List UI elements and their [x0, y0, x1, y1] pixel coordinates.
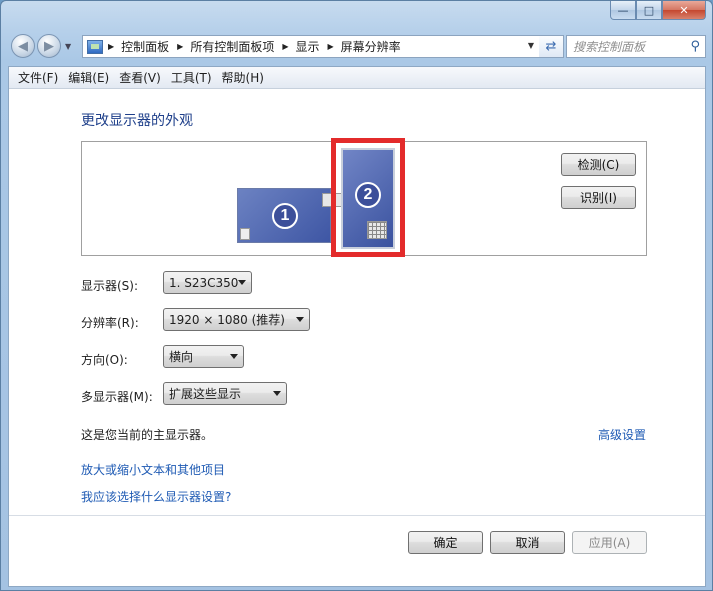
orientation-label: 方向(O):	[81, 353, 128, 367]
breadcrumb-item[interactable]: ▶ 控制面板	[108, 38, 169, 55]
taskbar-thumbnail-icon	[240, 228, 250, 240]
monitor-arrangement-area: 1 2 检测(C) 识别(I)	[81, 138, 647, 257]
monitor-2-tile[interactable]: 2	[341, 148, 395, 249]
advanced-settings-link[interactable]: 高级设置	[598, 426, 646, 443]
chevron-down-icon	[238, 280, 246, 285]
screen-resolution-panel: 更改显示器的外观 1 2 检测(C) 识别(I) 显示器(S): 1. S23C…	[9, 90, 705, 516]
page-title: 更改显示器的外观	[81, 113, 193, 129]
refresh-button[interactable]: ⇄	[539, 35, 564, 58]
display-label: 显示器(S):	[81, 279, 139, 293]
breadcrumb-item[interactable]: ▶ 所有控制面板项	[177, 38, 274, 55]
back-button[interactable]: ◀	[11, 34, 35, 58]
caption-buttons: — □ ✕	[610, 1, 706, 21]
menu-bar: 文件(F) 编辑(E) 查看(V) 工具(T) 帮助(H)	[9, 67, 705, 89]
address-bar[interactable]: ▶ 控制面板 ▶ 所有控制面板项 ▶ 显示 ▶ 屏幕分辨率 ▼	[82, 35, 541, 58]
text-size-link[interactable]: 放大或缩小文本和其他项目	[81, 461, 225, 478]
orientation-select-value: 横向	[169, 350, 194, 364]
search-input[interactable]: 搜索控制面板 ⚲	[566, 35, 706, 58]
desktop-grid-icon	[367, 221, 387, 239]
navigation-bar: ◀ ▶ ▼ ▶ 控制面板 ▶ 所有控制面板项 ▶ 显示 ▶ 屏幕分辨率 ▼ ⇄ 搜索控制…	[9, 33, 706, 59]
ok-button[interactable]: 确定	[408, 531, 483, 554]
recent-pages-dropdown-icon[interactable]: ▼	[65, 42, 71, 51]
orientation-select[interactable]: 横向	[163, 345, 244, 368]
menu-view[interactable]: 查看(V)	[114, 69, 166, 86]
divider	[9, 515, 705, 516]
search-icon[interactable]: ⚲	[690, 39, 700, 54]
monitor-number-badge: 2	[355, 182, 381, 208]
menu-edit[interactable]: 编辑(E)	[63, 69, 114, 86]
chevron-down-icon	[296, 317, 304, 322]
arrow-left-icon: ◀	[18, 38, 28, 54]
detect-button[interactable]: 检测(C)	[561, 153, 636, 176]
resolution-label: 分辨率(R):	[81, 316, 139, 330]
content-frame: 文件(F) 编辑(E) 查看(V) 工具(T) 帮助(H) 更改显示器的外观 1…	[8, 66, 706, 587]
apply-button[interactable]: 应用(A)	[572, 531, 647, 554]
display-select-value: 1. S23C350	[169, 275, 239, 290]
control-panel-icon	[87, 39, 103, 54]
maximize-button[interactable]: □	[636, 1, 662, 20]
arrow-right-icon: ▶	[44, 38, 54, 54]
monitor-number-badge: 1	[272, 203, 298, 229]
refresh-icon: ⇄	[545, 39, 557, 54]
address-dropdown-icon[interactable]: ▼	[528, 41, 534, 50]
monitor-2-selection-highlight: 2	[331, 138, 405, 257]
breadcrumb-item[interactable]: ▶ 屏幕分辨率	[328, 38, 401, 55]
chevron-down-icon	[230, 354, 238, 359]
multiple-displays-select[interactable]: 扩展这些显示	[163, 382, 287, 405]
resolution-select-value: 1920 × 1080 (推荐)	[169, 313, 285, 327]
display-settings-help-link[interactable]: 我应该选择什么显示器设置?	[81, 488, 231, 505]
forward-button[interactable]: ▶	[37, 34, 61, 58]
multiple-displays-select-value: 扩展这些显示	[169, 387, 242, 401]
menu-file[interactable]: 文件(F)	[13, 69, 63, 86]
breadcrumb-item[interactable]: ▶ 显示	[282, 38, 319, 55]
minimize-button[interactable]: —	[610, 1, 636, 20]
resolution-select[interactable]: 1920 × 1080 (推荐)	[163, 308, 310, 331]
back-forward-group: ◀ ▶ ▼	[11, 34, 71, 58]
close-button[interactable]: ✕	[662, 1, 706, 20]
primary-display-info: 这是您当前的主显示器。	[81, 428, 214, 442]
menu-help[interactable]: 帮助(H)	[217, 69, 269, 86]
chevron-down-icon	[273, 391, 281, 396]
multiple-displays-label: 多显示器(M):	[81, 390, 153, 404]
cancel-button[interactable]: 取消	[490, 531, 565, 554]
monitor-1-tile[interactable]: 1	[237, 188, 342, 243]
menu-tools[interactable]: 工具(T)	[166, 69, 217, 86]
control-panel-window: — □ ✕ ◀ ▶ ▼ ▶ 控制面板 ▶ 所有控制面板项 ▶ 显示 ▶ 屏幕分辨率 ▼ …	[0, 0, 713, 591]
search-placeholder: 搜索控制面板	[573, 40, 646, 54]
identify-button[interactable]: 识别(I)	[561, 186, 636, 209]
display-select[interactable]: 1. S23C350	[163, 271, 252, 294]
